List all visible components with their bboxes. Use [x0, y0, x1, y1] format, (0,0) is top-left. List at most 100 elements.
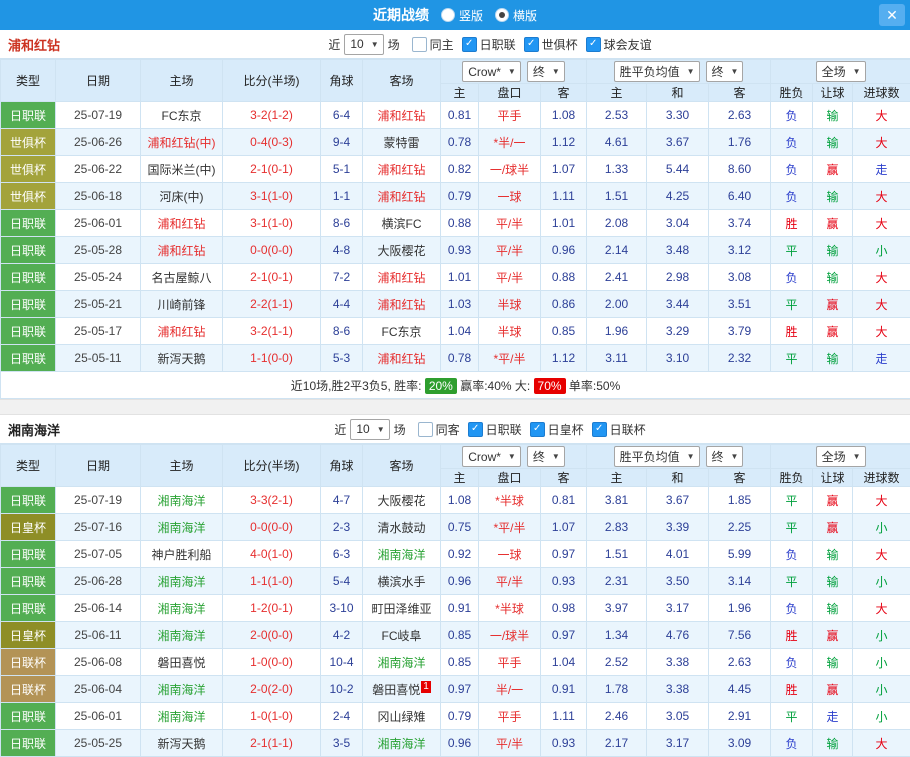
- goal-result-cell: 大: [853, 264, 910, 291]
- away-team-cell[interactable]: FC东京: [363, 318, 441, 345]
- chevron-down-icon: ▼: [687, 67, 695, 76]
- home-team-cell[interactable]: 湘南海洋: [141, 568, 223, 595]
- home-team-cell[interactable]: 国际米兰(中): [141, 156, 223, 183]
- europe-odds-select[interactable]: 胜平负均值▼: [614, 446, 700, 467]
- away-team-cell[interactable]: 浦和红钻: [363, 291, 441, 318]
- handicap-result-cell: 走: [813, 703, 853, 730]
- away-team-cell[interactable]: 冈山绿雉: [363, 703, 441, 730]
- score-cell: 2-1(1-1): [223, 730, 321, 757]
- filter-checkbox-3[interactable]: ✓球会友谊: [586, 36, 652, 53]
- asia-final-select[interactable]: 终▼: [527, 446, 565, 467]
- away-team-cell[interactable]: 浦和红钻: [363, 183, 441, 210]
- corner-cell: 4-8: [321, 237, 363, 264]
- handicap-result-cell: 赢: [813, 210, 853, 237]
- away-team-cell[interactable]: 蒙特雷: [363, 129, 441, 156]
- asia-odds-header: Crow*▼ 终▼: [441, 60, 587, 84]
- filter-checkbox-1[interactable]: ✓日职联: [468, 421, 522, 438]
- asia-home-odds-cell: 1.08: [441, 487, 479, 514]
- away-team-cell[interactable]: 町田泽维亚: [363, 595, 441, 622]
- away-team-cell[interactable]: FC岐阜: [363, 622, 441, 649]
- odds-company-select[interactable]: Crow*▼: [462, 446, 521, 467]
- date-cell: 25-06-08: [56, 649, 141, 676]
- filter-checkbox-0[interactable]: 同客: [418, 421, 460, 438]
- europe-final-select[interactable]: 终▼: [706, 446, 744, 467]
- europe-win-odds-cell: 2.83: [587, 514, 647, 541]
- scope-select[interactable]: 全场▼: [816, 446, 866, 467]
- home-team-cell[interactable]: 湘南海洋: [141, 487, 223, 514]
- filter-checkbox-3[interactable]: ✓日联杯: [592, 421, 646, 438]
- away-team-cell[interactable]: 浦和红钻: [363, 156, 441, 183]
- close-icon[interactable]: ✕: [879, 4, 905, 26]
- away-team-cell[interactable]: 浦和红钻: [363, 264, 441, 291]
- games-count-select[interactable]: 10 ▼: [350, 419, 389, 440]
- col-header-score: 比分(半场): [223, 445, 321, 487]
- away-team-cell[interactable]: 横滨水手: [363, 568, 441, 595]
- result-cell: 负: [771, 129, 813, 156]
- away-team-cell[interactable]: 大阪樱花: [363, 487, 441, 514]
- europe-win-odds-cell: 3.11: [587, 345, 647, 372]
- radio-vertical-layout[interactable]: 竖版: [441, 7, 483, 24]
- away-team-cell[interactable]: 湘南海洋: [363, 541, 441, 568]
- home-team-cell[interactable]: 新泻天鹅: [141, 345, 223, 372]
- home-team-cell[interactable]: FC东京: [141, 102, 223, 129]
- europe-odds-select[interactable]: 胜平负均值▼: [614, 61, 700, 82]
- league-type-cell: 世俱杯: [1, 183, 56, 210]
- away-team-cell[interactable]: 磐田喜悦1: [363, 676, 441, 703]
- result-cell: 平: [771, 568, 813, 595]
- home-team-cell[interactable]: 湘南海洋: [141, 514, 223, 541]
- goal-result-cell: 大: [853, 487, 910, 514]
- away-team-cell[interactable]: 湘南海洋: [363, 649, 441, 676]
- europe-lose-odds-cell: 3.79: [709, 318, 771, 345]
- home-team-cell[interactable]: 湘南海洋: [141, 703, 223, 730]
- home-team-cell[interactable]: 浦和红钻: [141, 237, 223, 264]
- filter-checkbox-2[interactable]: ✓世俱杯: [524, 36, 578, 53]
- home-team-cell[interactable]: 浦和红钻: [141, 318, 223, 345]
- europe-lose-odds-cell: 2.63: [709, 649, 771, 676]
- away-team-cell[interactable]: 清水鼓动: [363, 514, 441, 541]
- home-team-cell[interactable]: 浦和红钻: [141, 210, 223, 237]
- home-team-cell[interactable]: 神户胜利船: [141, 541, 223, 568]
- radio-horizontal-layout[interactable]: 横版: [495, 7, 537, 24]
- scope-select[interactable]: 全场▼: [816, 61, 866, 82]
- filter-checkbox-1[interactable]: ✓日职联: [462, 36, 516, 53]
- handicap-cell: *半球: [479, 487, 541, 514]
- europe-final-select[interactable]: 终▼: [706, 61, 744, 82]
- home-team-cell[interactable]: 湘南海洋: [141, 595, 223, 622]
- asia-home-odds-cell: 0.85: [441, 649, 479, 676]
- europe-win-odds-cell: 1.33: [587, 156, 647, 183]
- asia-away-odds-cell: 1.12: [541, 345, 587, 372]
- home-team-cell[interactable]: 浦和红钻(中): [141, 129, 223, 156]
- home-team-cell[interactable]: 湘南海洋: [141, 622, 223, 649]
- checkbox-label: 日联杯: [610, 421, 646, 438]
- col-header-home: 主场: [141, 60, 223, 102]
- odds-company-select[interactable]: Crow*▼: [462, 61, 521, 82]
- home-team-cell[interactable]: 新泻天鹅: [141, 730, 223, 757]
- home-team-cell[interactable]: 湘南海洋: [141, 676, 223, 703]
- filter-checkbox-2[interactable]: ✓日皇杯: [530, 421, 584, 438]
- europe-draw-odds-cell: 3.17: [647, 595, 709, 622]
- europe-lose-odds-cell: 1.85: [709, 487, 771, 514]
- home-team-cell[interactable]: 川崎前锋: [141, 291, 223, 318]
- col-header-handicap-result: 让球: [813, 469, 853, 487]
- home-team-cell[interactable]: 磐田喜悦: [141, 649, 223, 676]
- home-team-cell[interactable]: 河床(中): [141, 183, 223, 210]
- filter-checkbox-0[interactable]: 同主: [412, 36, 454, 53]
- home-team-cell[interactable]: 名古屋鲸八: [141, 264, 223, 291]
- away-team-cell[interactable]: 浦和红钻: [363, 102, 441, 129]
- handicap-result-cell: 输: [813, 541, 853, 568]
- match-row: 世俱杯25-06-22国际米兰(中)2-1(0-1)5-1浦和红钻0.82一/球…: [1, 156, 910, 183]
- col-header-date: 日期: [56, 445, 141, 487]
- corner-cell: 9-4: [321, 129, 363, 156]
- match-row: 日皇杯25-06-11湘南海洋2-0(0-0)4-2FC岐阜0.85一/球半0.…: [1, 622, 910, 649]
- corner-cell: 4-4: [321, 291, 363, 318]
- games-count-select[interactable]: 10 ▼: [344, 34, 383, 55]
- win-rate-badge: 20%: [425, 378, 457, 394]
- away-team-cell[interactable]: 大阪樱花: [363, 237, 441, 264]
- corner-cell: 7-2: [321, 264, 363, 291]
- away-team-cell[interactable]: 浦和红钻: [363, 345, 441, 372]
- chevron-down-icon: ▼: [552, 67, 560, 76]
- away-team-cell[interactable]: 湘南海洋: [363, 730, 441, 757]
- away-team-cell[interactable]: 横滨FC: [363, 210, 441, 237]
- handicap-cell: 平手: [479, 703, 541, 730]
- asia-final-select[interactable]: 终▼: [527, 61, 565, 82]
